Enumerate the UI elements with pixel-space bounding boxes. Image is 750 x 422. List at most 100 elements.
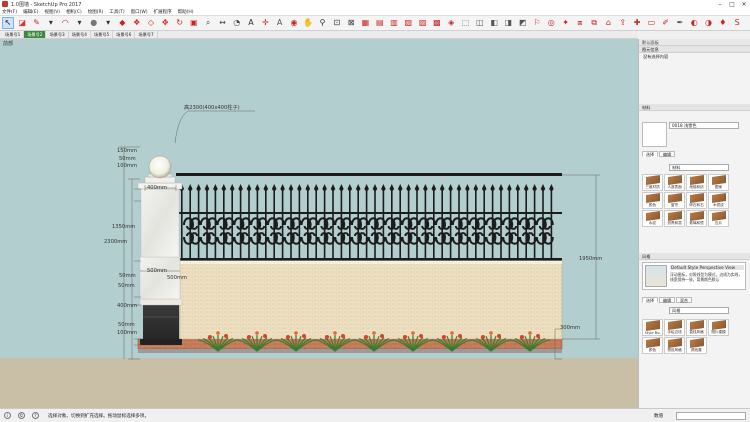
shape-icon[interactable]: ●: [88, 17, 100, 29]
orbit-icon[interactable]: ◉: [288, 17, 300, 29]
axes-icon[interactable]: ✛: [259, 17, 271, 29]
section-cuts-icon[interactable]: ⧉: [588, 17, 600, 29]
styles-header[interactable]: 风格: [639, 253, 750, 260]
tab-styles-edit[interactable]: 编辑: [659, 297, 675, 303]
share-model-icon[interactable]: ⇪: [617, 17, 629, 29]
menu-extensions[interactable]: 扩展程序: [154, 9, 172, 15]
measurements-input[interactable]: [676, 412, 746, 420]
material-thumb[interactable]: 窗帘: [664, 192, 685, 209]
menu-window[interactable]: 窗口(W): [131, 9, 148, 15]
lookaround-icon[interactable]: ◎: [545, 17, 557, 29]
paint-icon[interactable]: ✐: [660, 17, 672, 29]
shaded-icon[interactable]: ◧: [488, 17, 500, 29]
style-thumb[interactable]: 直线风格: [686, 319, 707, 336]
tab-styles-select[interactable]: 选择: [642, 297, 658, 303]
iso-view-icon[interactable]: ▦: [359, 17, 371, 29]
ruby-icon[interactable]: ♦: [717, 17, 729, 29]
material-thumb[interactable]: 三维材质: [642, 174, 663, 191]
offset-icon[interactable]: ◇: [145, 17, 157, 29]
back-view-icon[interactable]: ▨: [417, 17, 429, 29]
protractor-icon[interactable]: ◔: [231, 17, 243, 29]
su-icon[interactable]: S: [731, 17, 743, 29]
entity-info-header[interactable]: 图元信息: [639, 46, 750, 53]
material-thumb[interactable]: 碎石和石: [686, 192, 707, 209]
pan-icon[interactable]: ✋: [302, 17, 314, 29]
style-thumb[interactable]: Style Bui: [642, 319, 663, 336]
material-thumb[interactable]: 颜色: [642, 192, 663, 209]
material-name-field[interactable]: 0018 浅雪色: [669, 122, 739, 129]
material-category-select[interactable]: 材料: [669, 164, 729, 171]
close-button[interactable]: ✕: [738, 0, 750, 8]
material-thumb[interactable]: 人造表面: [664, 174, 685, 191]
style-thumb[interactable]: 颜色集: [686, 337, 707, 354]
style-category-select[interactable]: 风格: [669, 307, 729, 314]
arc-dropdown-icon[interactable]: ▾: [73, 17, 85, 29]
scene-tab-1[interactable]: 场景号1: [2, 31, 25, 38]
arc-icon[interactable]: ◠: [59, 17, 71, 29]
shadow-icon[interactable]: ◑: [703, 17, 715, 29]
eye-icon[interactable]: ◐: [688, 17, 700, 29]
scene-tab-4[interactable]: 场景号4: [69, 31, 91, 38]
fence-model[interactable]: 高2300(400x400柱子) 150mm 50mm 100mm 400mm …: [0, 39, 638, 408]
material-thumb[interactable]: 木质纹: [708, 192, 729, 209]
section-plane-icon[interactable]: ⧈: [574, 17, 586, 29]
top-view-icon[interactable]: ▤: [374, 17, 386, 29]
scene-tab-7[interactable]: 场景号7: [135, 31, 158, 38]
tab-styles-mix[interactable]: 混合: [676, 297, 692, 303]
right-view-icon[interactable]: ▧: [402, 17, 414, 29]
textured-icon[interactable]: ◨: [502, 17, 514, 29]
style-thumb[interactable]: 手绘边线: [664, 319, 685, 336]
drawing-viewport[interactable]: 前部 高2300(400x400柱子) 150mm 50mm 100mm 400…: [0, 39, 638, 408]
menu-camera[interactable]: 相机(C): [66, 9, 82, 15]
eraser-icon[interactable]: ◪: [16, 17, 28, 29]
select-icon[interactable]: ↖: [2, 17, 14, 29]
wireframe-icon[interactable]: ⬚: [460, 17, 472, 29]
style-thumb[interactable]: 颜色: [642, 337, 663, 354]
maximize-button[interactable]: □: [726, 0, 738, 8]
scene-tab-5[interactable]: 场景号5: [91, 31, 114, 38]
style-thumb[interactable]: 照片建模: [708, 319, 729, 336]
dimension-icon[interactable]: ↔: [216, 17, 228, 29]
menu-help[interactable]: 帮助(H): [178, 9, 194, 15]
line-dropdown-icon[interactable]: ▾: [45, 17, 57, 29]
menu-tools[interactable]: 工具(T): [109, 9, 124, 15]
xray-icon[interactable]: ◈: [445, 17, 457, 29]
zoom-icon[interactable]: ⚲: [317, 17, 329, 29]
tab-materials-edit[interactable]: 编辑: [659, 151, 675, 157]
front-view-icon[interactable]: ▥: [388, 17, 400, 29]
material-thumb[interactable]: 图案: [708, 174, 729, 191]
material-thumb[interactable]: 沥青和混: [664, 210, 685, 227]
hidden-line-icon[interactable]: ◫: [474, 17, 486, 29]
scale-icon[interactable]: ▣: [188, 17, 200, 29]
tape-icon[interactable]: ⌕: [202, 17, 214, 29]
walk-icon[interactable]: ⚐: [531, 17, 543, 29]
text-icon[interactable]: A: [245, 17, 257, 29]
menu-edit[interactable]: 编辑(E): [23, 9, 38, 15]
credits-icon[interactable]: ©: [18, 412, 25, 419]
shape-dropdown-icon[interactable]: ▾: [102, 17, 114, 29]
scene-tab-6[interactable]: 场景号6: [113, 31, 136, 38]
materials-header[interactable]: 材料: [639, 104, 750, 111]
move-icon[interactable]: ✥: [159, 17, 171, 29]
left-view-icon[interactable]: ▩: [431, 17, 443, 29]
zoom-window-icon[interactable]: ⊡: [331, 17, 343, 29]
warehouse-icon[interactable]: ⌂: [602, 17, 614, 29]
styles-icon[interactable]: ✒: [674, 17, 686, 29]
3dtext-icon[interactable]: A: [274, 17, 286, 29]
material-thumb[interactable]: 瓦片: [708, 210, 729, 227]
menu-view[interactable]: 视图(V): [44, 9, 60, 15]
extension-warehouse-icon[interactable]: ✚: [631, 17, 643, 29]
position-camera-icon[interactable]: ✦: [560, 17, 572, 29]
zoom-extents-icon[interactable]: ⊠: [345, 17, 357, 29]
menu-draw[interactable]: 绘图(R): [88, 9, 104, 15]
monochrome-icon[interactable]: ◩: [517, 17, 529, 29]
tab-materials-select[interactable]: 选择: [642, 151, 658, 157]
pencil-icon[interactable]: ✎: [31, 17, 43, 29]
scene-tab-2[interactable]: 场景号2: [24, 31, 47, 38]
material-thumb[interactable]: 地毯和纺: [686, 174, 707, 191]
minimize-button[interactable]: –: [714, 0, 726, 8]
tray-title[interactable]: 默认面板: [639, 39, 750, 46]
material-thumb[interactable]: 水纹: [642, 210, 663, 227]
material-thumb[interactable]: 玻璃和镜: [686, 210, 707, 227]
geo-location-icon[interactable]: i: [4, 412, 11, 419]
